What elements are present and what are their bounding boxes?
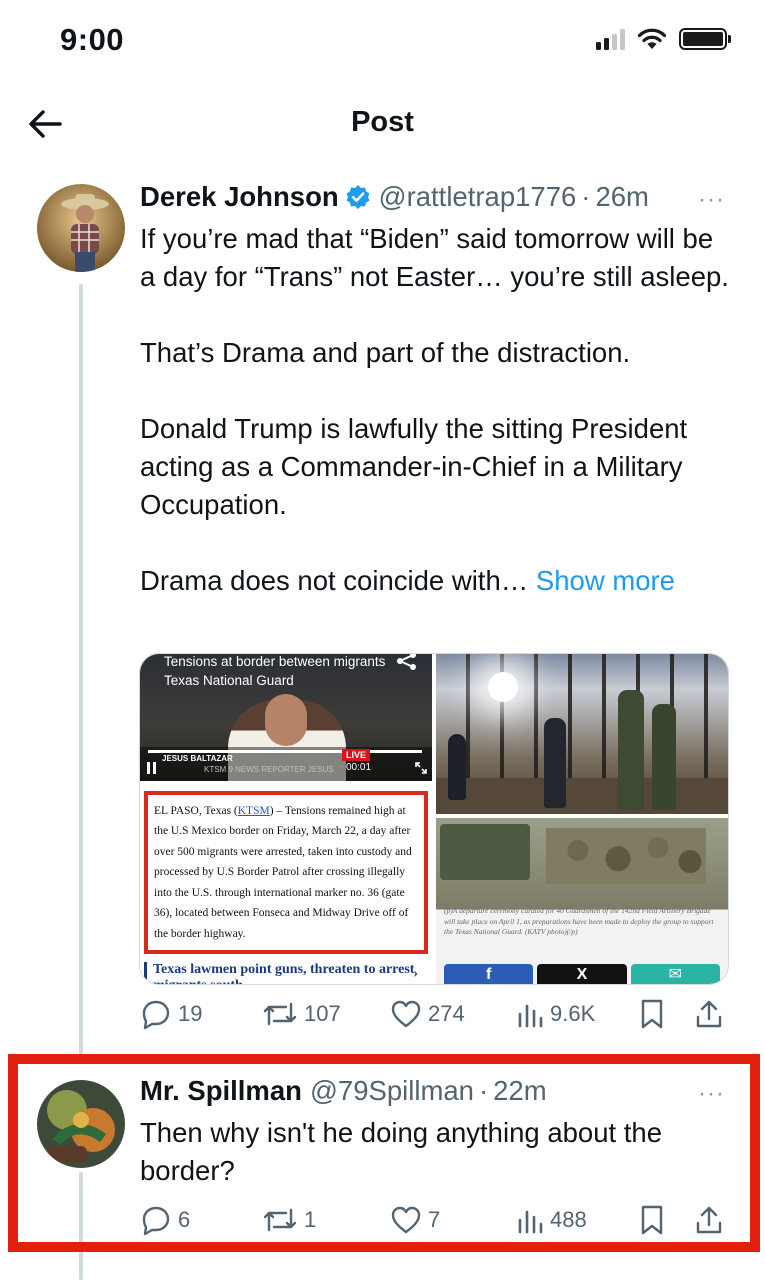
fence <box>436 654 728 788</box>
wifi-icon <box>637 28 667 49</box>
nav-bar: Post <box>0 84 765 164</box>
action-bar: 19 107 274 9.6K <box>140 998 730 1038</box>
person-figure <box>544 718 566 808</box>
bookmark-icon <box>641 999 663 1029</box>
show-more-link[interactable]: Show more <box>536 565 675 596</box>
repost-count: 107 <box>304 1001 341 1026</box>
verified-badge-icon <box>346 185 370 209</box>
tweet-paragraph: Donald Trump is lawfully the sitting Pre… <box>140 413 688 520</box>
x-share-icon: X <box>537 964 627 984</box>
military-truck <box>440 824 530 880</box>
article-snippet[interactable]: EL PASO, Texas (KTSM) – Tensions remaine… <box>140 784 432 984</box>
status-bar: 9:00 <box>0 0 765 84</box>
thread-line <box>79 284 83 1054</box>
tweet-paragraph-text: Drama does not coincide with… <box>140 565 529 596</box>
media-grid: Tensions at border between migrants Texa… <box>139 653 729 985</box>
separator: · <box>581 181 591 212</box>
fullscreen-icon[interactable] <box>414 761 428 775</box>
signal-icon <box>596 28 625 50</box>
sun <box>488 672 518 702</box>
like-count: 274 <box>428 1001 465 1026</box>
tweet-paragraph: If you’re mad that “Biden” said tomorrow… <box>140 223 729 292</box>
more-icon[interactable]: ··· <box>698 186 725 214</box>
like-icon <box>391 1000 421 1028</box>
share-video-icon[interactable] <box>396 654 418 670</box>
guardsmen-photo[interactable]: (p)A departure ceremony curated for 40 G… <box>436 818 728 984</box>
video-caption-line: Texas National Guard <box>164 673 294 688</box>
reporter-face <box>265 694 307 746</box>
pause-icon[interactable] <box>146 761 158 775</box>
avatar[interactable] <box>37 184 125 272</box>
tweet-paragraph: Drama does not coincide with… Show more <box>140 562 730 600</box>
views-icon <box>518 1004 543 1028</box>
repost-icon <box>263 1002 297 1026</box>
photo-caption: (p)A departure ceremony curated for 40 G… <box>444 906 714 936</box>
share-icon <box>696 1000 722 1028</box>
ground <box>436 778 728 814</box>
author-name[interactable]: Derek Johnson <box>140 181 339 213</box>
email-share-icon: ✉ <box>630 964 720 984</box>
battery-icon <box>679 28 731 50</box>
article-excerpt: EL PASO, Texas (KTSM) – Tensions remaine… <box>144 790 428 954</box>
soldiers-crowd <box>546 828 706 884</box>
tweet-header: Derek Johnson @rattletrap1776 · 26m <box>140 181 649 213</box>
share-row: f X ✉ <box>444 964 720 984</box>
timestamp[interactable]: 26m <box>595 181 649 213</box>
person-figure <box>448 734 466 800</box>
reply-count: 19 <box>178 1001 203 1026</box>
person-figure <box>618 690 644 810</box>
border-fence-photo[interactable] <box>436 654 728 814</box>
video-name-tag: JESUS BALTAZAR <box>162 753 233 763</box>
video-caption-line: Tensions at border between migrants <box>164 654 386 669</box>
bookmark-button[interactable] <box>638 998 666 1030</box>
highlight-box <box>8 1054 760 1252</box>
video-progress-bar[interactable] <box>148 749 422 753</box>
article-headline: Texas lawmen point guns, threaten to arr… <box>144 962 428 984</box>
reply-button[interactable]: 19 <box>140 998 202 1030</box>
video-caption: Tensions at border between migrants Texa… <box>164 654 385 690</box>
facebook-share-icon: f <box>444 964 534 984</box>
tweet-paragraph: That’s Drama and part of the distraction… <box>140 337 631 368</box>
author-handle[interactable]: @rattletrap1776 <box>379 181 577 213</box>
article-link: KTSM <box>237 804 270 817</box>
article-text: EL PASO, Texas ( <box>154 804 238 817</box>
live-badge: LIVE <box>341 748 370 761</box>
repost-button[interactable]: 107 <box>262 998 341 1030</box>
reply-icon <box>142 1000 170 1030</box>
tweet-text: If you’re mad that “Biden” said tomorrow… <box>140 220 730 600</box>
views-button[interactable]: 9.6K <box>516 998 595 1030</box>
video-subtitle: KTSM 9 NEWS REPORTER JESUS <box>204 764 334 774</box>
status-time: 9:00 <box>60 22 125 57</box>
share-button[interactable] <box>694 998 724 1030</box>
like-button[interactable]: 274 <box>390 998 465 1030</box>
article-headline-text: Texas lawmen point guns, threaten to arr… <box>153 962 415 984</box>
article-text: ) – Tensions remained high at the U.S Me… <box>154 804 412 940</box>
video-time: 00:01 <box>346 761 372 773</box>
views-count: 9.6K <box>550 1001 596 1026</box>
status-icons <box>596 28 731 50</box>
person-figure <box>652 704 676 810</box>
page-title: Post <box>351 106 414 138</box>
chevron-right-icon: › <box>413 966 418 981</box>
video-thumbnail[interactable]: Tensions at border between migrants Texa… <box>140 654 432 781</box>
